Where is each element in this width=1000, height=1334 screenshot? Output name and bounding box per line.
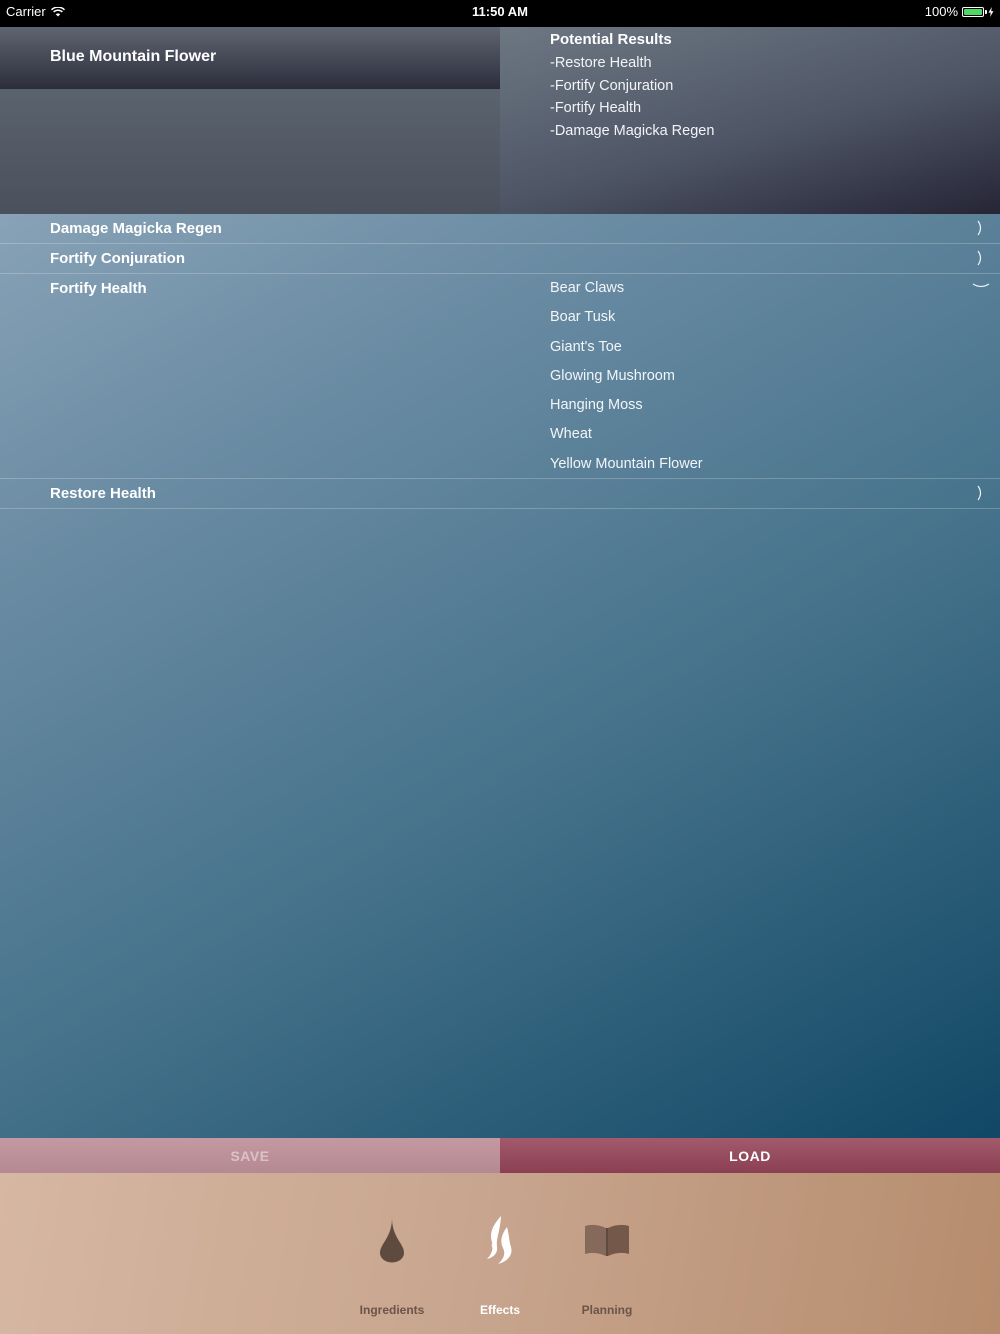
result-item: -Fortify Health	[550, 100, 642, 116]
fortify-health-ingredients: Bear Claws Boar Tusk Giant's Toe Glowing…	[550, 274, 703, 479]
load-button[interactable]: LOAD	[500, 1138, 1000, 1173]
potential-results-title: Potential Results	[550, 31, 672, 48]
save-button[interactable]: SAVE	[0, 1138, 500, 1173]
effect-row-restore-health[interactable]: Restore Health	[0, 479, 1000, 509]
book-icon	[585, 1224, 629, 1256]
chevron-right-icon	[977, 220, 982, 236]
tab-planning[interactable]: Planning	[557, 1173, 657, 1334]
status-bar: Carrier 11:50 AM 100%	[0, 0, 1000, 27]
ingredient-item[interactable]: Yellow Mountain Flower	[550, 450, 703, 479]
battery-icon	[962, 6, 987, 17]
effect-row-fortify-health[interactable]: Fortify Health Bear Claws Boar Tusk Gian…	[0, 274, 1000, 479]
ingredient-header[interactable]: Blue Mountain Flower	[0, 27, 500, 89]
chevron-down-icon	[972, 283, 990, 288]
drop-icon	[380, 1218, 404, 1263]
ingredient-item[interactable]: Glowing Mushroom	[550, 362, 703, 391]
ingredient-item[interactable]: Hanging Moss	[550, 391, 703, 420]
chevron-right-icon	[977, 250, 982, 266]
effect-row-damage-magicka-regen[interactable]: Damage Magicka Regen	[0, 214, 1000, 244]
tab-label: Effects	[479, 1303, 520, 1317]
status-time: 11:50 AM	[472, 4, 528, 19]
tab-label: Planning	[581, 1303, 633, 1317]
result-item: -Fortify Conjuration	[550, 77, 674, 94]
tab-label: Ingredients	[359, 1303, 425, 1317]
potential-results-list: -Restore Health -Fortify Conjuration -Fo…	[550, 52, 714, 142]
effect-label: Fortify Conjuration	[50, 250, 185, 267]
ingredient-item[interactable]: Wheat	[550, 420, 703, 449]
battery-indicator: 100%	[925, 4, 994, 19]
ingredient-panel: Blue Mountain Flower	[0, 27, 500, 214]
ingredient-item[interactable]: Boar Tusk	[550, 303, 703, 332]
effect-label: Damage Magicka Regen	[50, 220, 222, 237]
result-item: -Damage Magicka Regen	[550, 122, 715, 139]
ingredient-item[interactable]: Giant's Toe	[550, 333, 703, 362]
ingredient-item[interactable]: Bear Claws	[550, 274, 703, 303]
tab-bar: Ingredients Effects Planning	[0, 1173, 1000, 1334]
effect-label: Restore Health	[50, 485, 156, 502]
effects-list: Damage Magicka Regen Fortify Conjuration…	[0, 214, 1000, 509]
charging-bolt-icon	[988, 6, 994, 17]
ingredient-title: Blue Mountain Flower	[50, 48, 217, 65]
app-screen: Carrier 11:50 AM 100% Blue Mountain Flow…	[0, 0, 1000, 1334]
battery-percent: 100%	[924, 4, 958, 19]
effect-row-fortify-conjuration[interactable]: Fortify Conjuration	[0, 244, 1000, 274]
chevron-right-icon	[977, 485, 982, 501]
result-item: -Restore Health	[550, 55, 652, 71]
tab-effects[interactable]: Effects	[450, 1173, 550, 1334]
tab-ingredients[interactable]: Ingredients	[342, 1173, 442, 1334]
flame-icon	[487, 1216, 512, 1264]
potential-results-panel: Potential Results -Restore Health -Forti…	[500, 27, 1000, 214]
save-load-bar: SAVE LOAD	[0, 1138, 1000, 1173]
effect-label: Fortify Health	[50, 280, 147, 297]
